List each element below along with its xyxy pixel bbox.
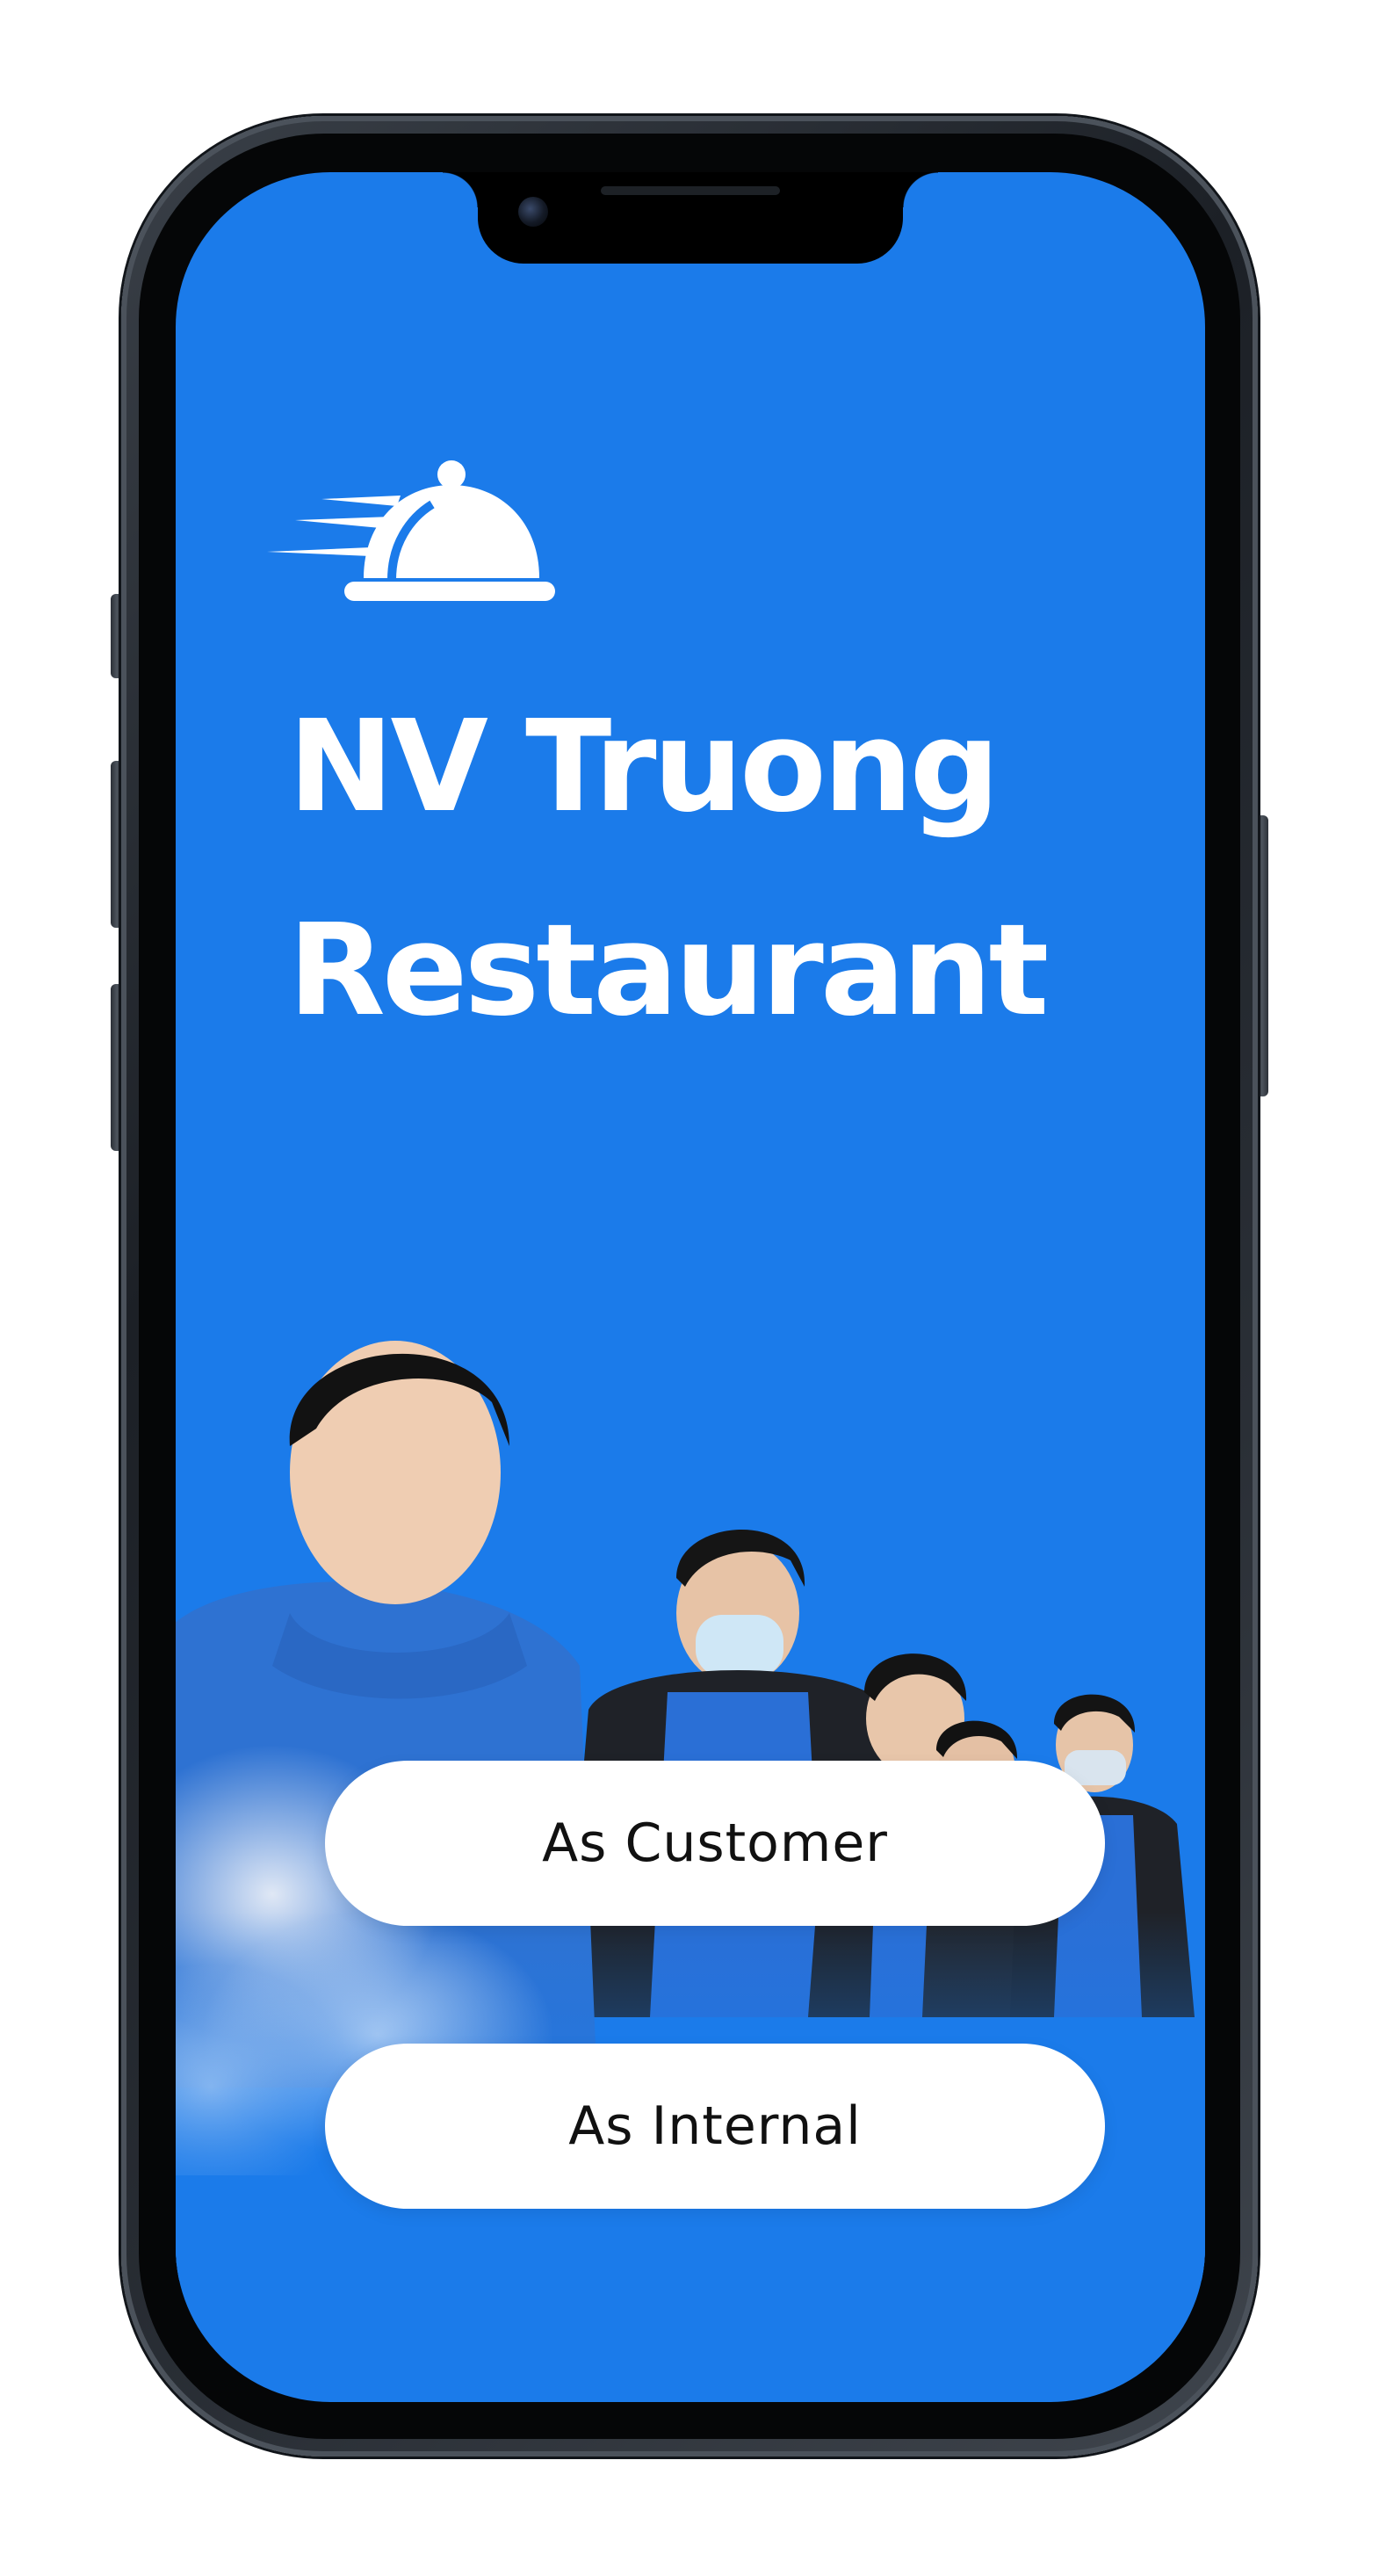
as-internal-button[interactable]: As Internal <box>325 2044 1105 2209</box>
app-title-line-2: Restaurant <box>288 896 1049 1044</box>
app-title-line-1: NV Truong <box>288 692 1000 840</box>
cloche-food-delivery-icon <box>267 460 555 601</box>
earpiece-speaker <box>601 186 780 195</box>
app-title: NV Truong Restaurant <box>288 664 1131 1072</box>
welcome-screen: NV Truong Restaurant As Customer As Inte… <box>176 172 1205 2402</box>
as-customer-button[interactable]: As Customer <box>325 1761 1105 1926</box>
as-internal-label: As Internal <box>568 2095 862 2157</box>
power-button <box>1256 815 1268 1096</box>
device-mockup: NV Truong Restaurant As Customer As Inte… <box>0 0 1379 2576</box>
front-camera <box>518 197 548 227</box>
as-customer-label: As Customer <box>542 1813 888 1874</box>
